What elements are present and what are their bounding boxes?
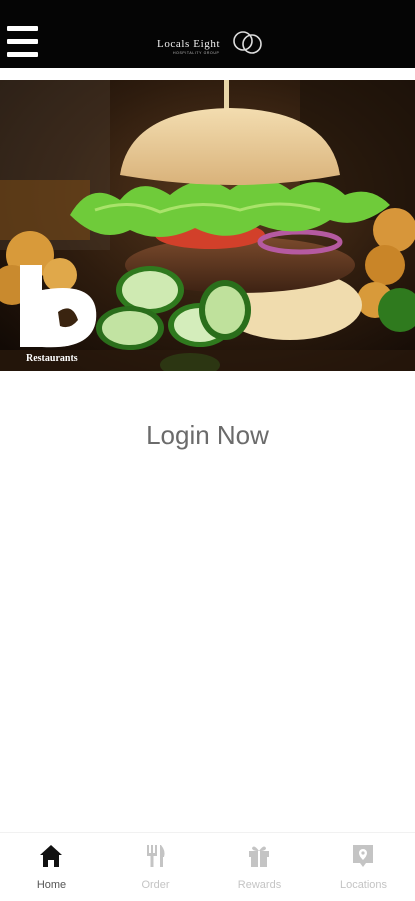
login-now-button[interactable]: Login Now [0,420,415,451]
tab-rewards[interactable]: Rewards [208,833,311,901]
top-bar: Locals Eight HOSPITALITY GROUP [0,0,415,68]
map-pin-icon [353,845,373,867]
home-icon [40,845,62,867]
gift-icon [249,846,269,867]
tab-locations[interactable]: Locations [312,833,415,901]
fork-knife-icon [147,845,165,867]
bottom-tab-bar: Home Order Rewards Locations [0,832,415,901]
tab-label: Order [141,879,170,891]
restaurant-logo-caption: Restaurants [26,353,78,364]
hamburger-icon[interactable] [7,26,38,58]
brand-tagline: HOSPITALITY GROUP [173,51,220,55]
header-divider [0,68,415,80]
tab-label: Rewards [237,879,282,891]
hero-image: Restaurants [0,80,415,371]
brand-logo: Locals Eight HOSPITALITY GROUP [150,27,270,63]
tab-label: Home [36,879,67,891]
brand-rings-icon [233,31,262,54]
hero-carousel[interactable]: Restaurants [0,80,415,371]
tab-home[interactable]: Home [0,833,103,901]
brand-name: Locals Eight [157,38,221,50]
tab-label: Locations [339,879,388,891]
tab-order[interactable]: Order [104,833,207,901]
